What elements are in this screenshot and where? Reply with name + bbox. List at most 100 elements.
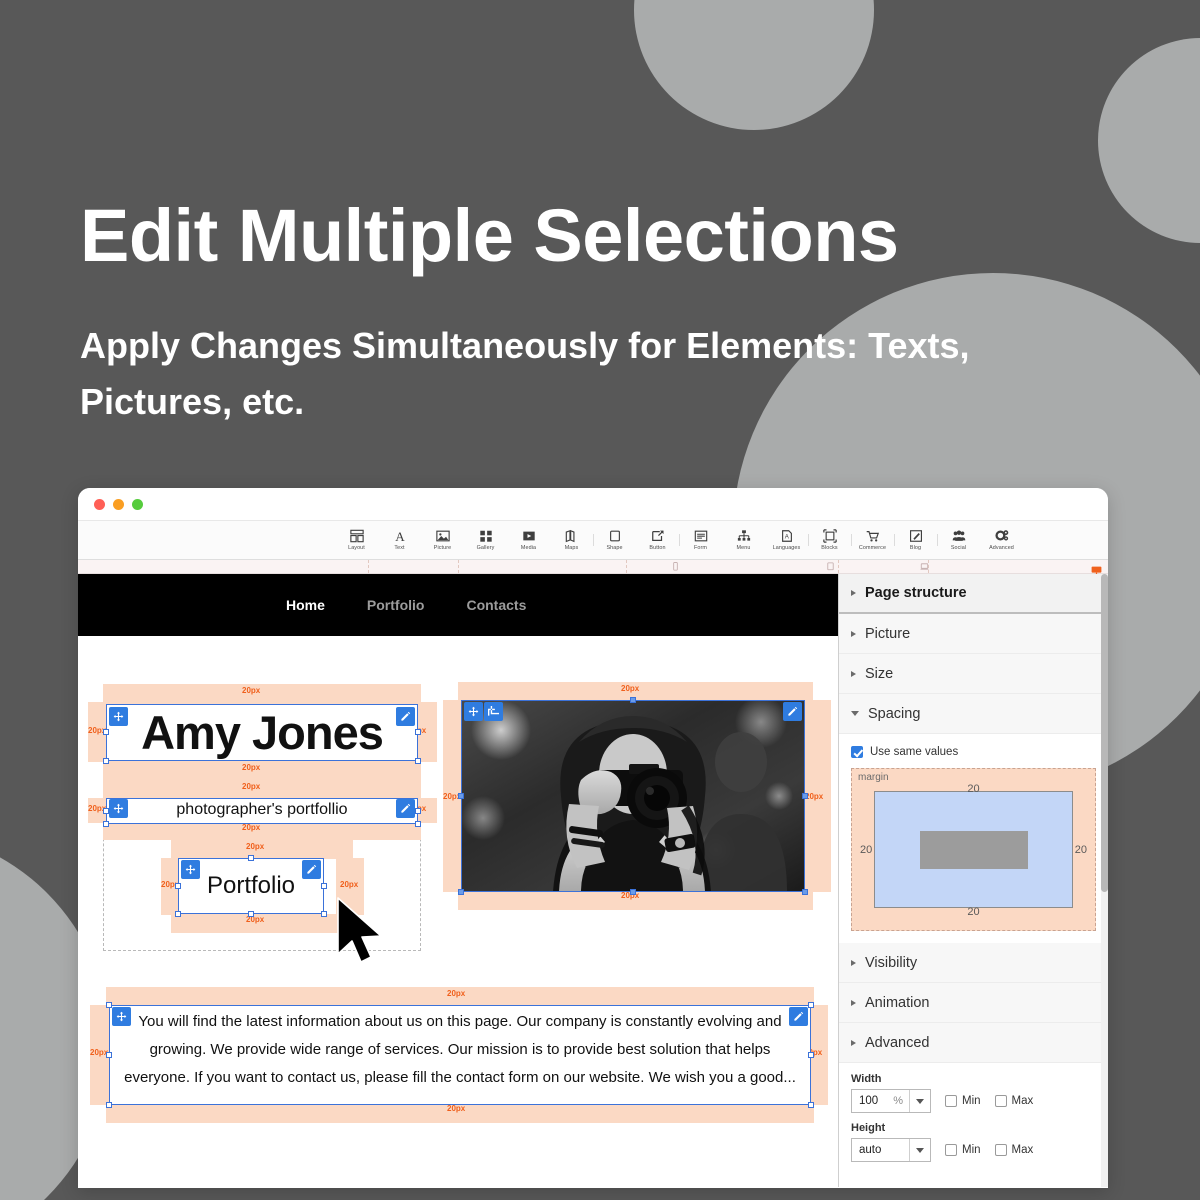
minimize-icon[interactable]: [113, 498, 124, 510]
resize-handle[interactable]: [175, 911, 181, 917]
toolbar-item-blocks[interactable]: Blocks: [808, 529, 851, 551]
height-value[interactable]: auto: [852, 1139, 909, 1161]
site-canvas[interactable]: Home Portfolio Contacts 20px 20px 20px 2…: [78, 574, 838, 1187]
panel-section-animation[interactable]: Animation: [839, 983, 1108, 1023]
resize-handle[interactable]: [103, 808, 109, 814]
panel-scrollbar-thumb[interactable]: [1101, 574, 1108, 892]
toolbar-item-text[interactable]: A Text: [378, 529, 421, 552]
use-same-values-row[interactable]: Use same values: [851, 746, 1096, 758]
panel-section-size[interactable]: Size: [839, 654, 1108, 694]
resize-handle[interactable]: [415, 729, 421, 735]
toolbar-item-maps[interactable]: Maps: [550, 529, 593, 551]
close-icon[interactable]: [94, 498, 105, 510]
selection-picture[interactable]: [461, 700, 805, 892]
selection-heading[interactable]: Amy Jones: [106, 704, 418, 761]
move-handle-icon[interactable]: [181, 860, 200, 879]
resize-handle[interactable]: [808, 1102, 814, 1108]
resize-handle[interactable]: [321, 883, 327, 889]
zoom-icon[interactable]: [132, 498, 143, 510]
resize-handle[interactable]: [106, 1052, 112, 1058]
resize-handle[interactable]: [802, 793, 808, 799]
panel-section-advanced[interactable]: Advanced: [839, 1023, 1108, 1063]
breakpoint-desktop-icon[interactable]: [1091, 562, 1102, 575]
width-max-toggle[interactable]: Max: [994, 1095, 1033, 1107]
resize-handle[interactable]: [106, 1002, 112, 1008]
resize-handle[interactable]: [458, 793, 464, 799]
resize-handle[interactable]: [175, 883, 181, 889]
resize-handle[interactable]: [248, 911, 254, 917]
width-min-checkbox[interactable]: [945, 1095, 957, 1107]
edit-pencil-icon[interactable]: [302, 860, 321, 879]
resize-handle[interactable]: [103, 758, 109, 764]
breakpoint-laptop-icon[interactable]: [920, 562, 929, 571]
move-handle-icon[interactable]: [109, 799, 128, 818]
resize-handle[interactable]: [248, 855, 254, 861]
height-unit-dropdown[interactable]: [909, 1139, 930, 1161]
resize-handle[interactable]: [630, 697, 636, 703]
resize-handle[interactable]: [106, 1102, 112, 1108]
panel-section-picture[interactable]: Picture: [839, 614, 1108, 654]
site-nav-item-portfolio[interactable]: Portfolio: [367, 597, 425, 613]
margin-left-value[interactable]: 20: [860, 844, 872, 856]
resize-handle[interactable]: [415, 808, 421, 814]
toolbar-item-advanced[interactable]: Advanced: [980, 529, 1023, 551]
move-handle-icon[interactable]: [109, 707, 128, 726]
breakpoint-ruler[interactable]: [78, 560, 1108, 575]
toolbar-item-button[interactable]: Button: [636, 529, 679, 551]
toolbar-item-layout[interactable]: Layout: [335, 529, 378, 551]
resize-handle[interactable]: [415, 758, 421, 764]
toolbar-item-picture[interactable]: Picture: [421, 529, 464, 551]
panel-section-visibility[interactable]: Visibility: [839, 943, 1108, 983]
height-min-checkbox[interactable]: [945, 1144, 957, 1156]
use-same-values-checkbox[interactable]: [851, 746, 863, 758]
move-handle-icon[interactable]: [112, 1007, 131, 1026]
panel-section-spacing[interactable]: Spacing: [839, 694, 1108, 734]
edit-pencil-icon[interactable]: [396, 799, 415, 818]
margin-right-value[interactable]: 20: [1075, 844, 1087, 856]
width-min-toggle[interactable]: Min: [945, 1095, 981, 1107]
width-input[interactable]: 100 %: [851, 1089, 931, 1113]
resize-handle[interactable]: [103, 821, 109, 827]
selection-paragraph[interactable]: You will find the latest information abo…: [109, 1005, 811, 1105]
site-nav-item-contacts[interactable]: Contacts: [466, 597, 526, 613]
height-min-toggle[interactable]: Min: [945, 1144, 981, 1156]
resize-handle[interactable]: [630, 889, 636, 895]
toolbar-item-languages[interactable]: A Languages: [765, 529, 808, 551]
margin-bottom-value[interactable]: 20: [967, 906, 979, 918]
resize-handle[interactable]: [103, 729, 109, 735]
edit-pencil-icon[interactable]: [396, 707, 415, 726]
panel-scrollbar[interactable]: [1101, 574, 1108, 1187]
resize-handle[interactable]: [321, 911, 327, 917]
toolbar-item-shape[interactable]: Shape: [593, 529, 636, 551]
chevron-right-icon: [851, 630, 856, 637]
resize-handle[interactable]: [808, 1002, 814, 1008]
edit-pencil-icon[interactable]: [783, 702, 802, 721]
resize-handle[interactable]: [458, 889, 464, 895]
resize-handle[interactable]: [808, 1052, 814, 1058]
height-max-checkbox[interactable]: [994, 1144, 1007, 1156]
width-value[interactable]: 100: [852, 1090, 893, 1112]
toolbar-item-menu[interactable]: Menu: [722, 529, 765, 551]
breakpoint-tablet-icon[interactable]: [826, 562, 835, 571]
height-input[interactable]: auto: [851, 1138, 931, 1162]
margin-top-value[interactable]: 20: [967, 783, 979, 795]
toolbar-item-blog[interactable]: Blog: [894, 529, 937, 551]
resize-handle[interactable]: [415, 821, 421, 827]
height-max-toggle[interactable]: Max: [994, 1144, 1033, 1156]
crop-icon[interactable]: [484, 702, 503, 721]
panel-section-page-structure[interactable]: Page structure: [839, 574, 1108, 614]
resize-handle[interactable]: [802, 889, 808, 895]
width-unit-dropdown[interactable]: [909, 1090, 930, 1112]
toolbar-item-media[interactable]: Media: [507, 529, 550, 551]
toolbar-item-commerce[interactable]: Commerce: [851, 529, 894, 551]
toolbar-item-gallery[interactable]: Gallery: [464, 529, 507, 551]
move-handle-icon[interactable]: [464, 702, 483, 721]
margin-box-model[interactable]: margin 20 20 20 20: [851, 768, 1096, 931]
width-max-checkbox[interactable]: [994, 1095, 1007, 1107]
edit-pencil-icon[interactable]: [789, 1007, 808, 1026]
selection-tagline[interactable]: photographer's portfollio: [106, 798, 418, 824]
breakpoint-phone-icon[interactable]: [671, 562, 680, 571]
toolbar-item-social[interactable]: Social: [937, 529, 980, 551]
site-nav-item-home[interactable]: Home: [286, 597, 325, 613]
toolbar-item-form[interactable]: Form: [679, 529, 722, 551]
